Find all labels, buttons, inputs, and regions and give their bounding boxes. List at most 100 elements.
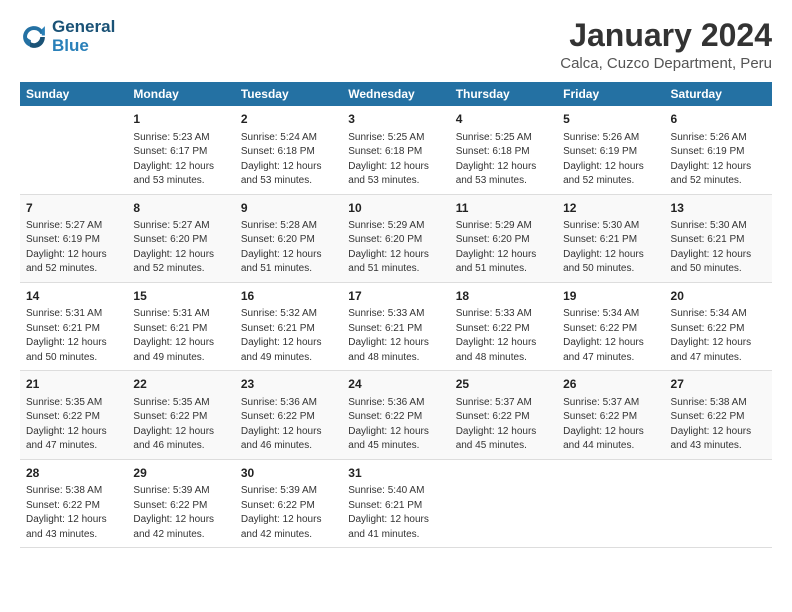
daylight-info: Daylight: 12 hours and 48 minutes. bbox=[348, 336, 443, 365]
day-number: 9 bbox=[241, 200, 336, 217]
sunset-info: Sunset: 6:18 PM bbox=[241, 145, 336, 160]
day-number: 31 bbox=[348, 465, 443, 482]
day-cell: 19Sunrise: 5:34 AMSunset: 6:22 PMDayligh… bbox=[557, 282, 664, 370]
page-subtitle: Calca, Cuzco Department, Peru bbox=[560, 55, 772, 72]
day-number: 1 bbox=[133, 111, 228, 128]
sunrise-info: Sunrise: 5:25 AM bbox=[348, 131, 443, 146]
day-cell: 13Sunrise: 5:30 AMSunset: 6:21 PMDayligh… bbox=[665, 194, 772, 282]
sunset-info: Sunset: 6:21 PM bbox=[26, 322, 121, 337]
day-cell: 17Sunrise: 5:33 AMSunset: 6:21 PMDayligh… bbox=[342, 282, 449, 370]
daylight-info: Daylight: 12 hours and 52 minutes. bbox=[671, 160, 766, 189]
sunset-info: Sunset: 6:22 PM bbox=[241, 499, 336, 514]
daylight-info: Daylight: 12 hours and 46 minutes. bbox=[133, 425, 228, 454]
day-number: 4 bbox=[456, 111, 551, 128]
week-row-5: 28Sunrise: 5:38 AMSunset: 6:22 PMDayligh… bbox=[20, 459, 772, 547]
sunrise-info: Sunrise: 5:37 AM bbox=[563, 396, 658, 411]
daylight-info: Daylight: 12 hours and 45 minutes. bbox=[456, 425, 551, 454]
day-cell: 10Sunrise: 5:29 AMSunset: 6:20 PMDayligh… bbox=[342, 194, 449, 282]
day-cell bbox=[665, 459, 772, 547]
day-number: 29 bbox=[133, 465, 228, 482]
col-header-saturday: Saturday bbox=[665, 82, 772, 106]
calendar-table: SundayMondayTuesdayWednesdayThursdayFrid… bbox=[20, 82, 772, 548]
sunset-info: Sunset: 6:18 PM bbox=[348, 145, 443, 160]
daylight-info: Daylight: 12 hours and 47 minutes. bbox=[26, 425, 121, 454]
col-header-monday: Monday bbox=[127, 82, 234, 106]
day-cell: 9Sunrise: 5:28 AMSunset: 6:20 PMDaylight… bbox=[235, 194, 342, 282]
day-number: 23 bbox=[241, 376, 336, 393]
daylight-info: Daylight: 12 hours and 53 minutes. bbox=[133, 160, 228, 189]
sunrise-info: Sunrise: 5:27 AM bbox=[133, 219, 228, 234]
sunset-info: Sunset: 6:22 PM bbox=[671, 410, 766, 425]
day-number: 14 bbox=[26, 288, 121, 305]
sunrise-info: Sunrise: 5:33 AM bbox=[348, 307, 443, 322]
day-cell: 24Sunrise: 5:36 AMSunset: 6:22 PMDayligh… bbox=[342, 371, 449, 459]
sunset-info: Sunset: 6:22 PM bbox=[26, 499, 121, 514]
sunrise-info: Sunrise: 5:31 AM bbox=[133, 307, 228, 322]
daylight-info: Daylight: 12 hours and 50 minutes. bbox=[26, 336, 121, 365]
day-number: 18 bbox=[456, 288, 551, 305]
daylight-info: Daylight: 12 hours and 43 minutes. bbox=[671, 425, 766, 454]
sunset-info: Sunset: 6:22 PM bbox=[133, 499, 228, 514]
day-cell: 27Sunrise: 5:38 AMSunset: 6:22 PMDayligh… bbox=[665, 371, 772, 459]
sunrise-info: Sunrise: 5:30 AM bbox=[671, 219, 766, 234]
daylight-info: Daylight: 12 hours and 41 minutes. bbox=[348, 513, 443, 542]
daylight-info: Daylight: 12 hours and 48 minutes. bbox=[456, 336, 551, 365]
day-cell: 20Sunrise: 5:34 AMSunset: 6:22 PMDayligh… bbox=[665, 282, 772, 370]
daylight-info: Daylight: 12 hours and 53 minutes. bbox=[456, 160, 551, 189]
daylight-info: Daylight: 12 hours and 53 minutes. bbox=[241, 160, 336, 189]
logo-line2: Blue bbox=[52, 37, 115, 56]
daylight-info: Daylight: 12 hours and 43 minutes. bbox=[26, 513, 121, 542]
sunrise-info: Sunrise: 5:40 AM bbox=[348, 484, 443, 499]
daylight-info: Daylight: 12 hours and 51 minutes. bbox=[348, 248, 443, 277]
title-block: January 2024 Calca, Cuzco Department, Pe… bbox=[560, 18, 772, 72]
col-header-thursday: Thursday bbox=[450, 82, 557, 106]
day-number: 10 bbox=[348, 200, 443, 217]
logo: General Blue bbox=[20, 18, 115, 55]
sunset-info: Sunset: 6:22 PM bbox=[26, 410, 121, 425]
day-number: 30 bbox=[241, 465, 336, 482]
day-number: 28 bbox=[26, 465, 121, 482]
day-number: 19 bbox=[563, 288, 658, 305]
day-cell: 28 Sunrise: 5:38 AMSunset: 6:22 PMDayligh… bbox=[20, 459, 127, 547]
sunset-info: Sunset: 6:21 PM bbox=[348, 499, 443, 514]
day-number: 22 bbox=[133, 376, 228, 393]
sunset-info: Sunset: 6:20 PM bbox=[133, 233, 228, 248]
day-number: 5 bbox=[563, 111, 658, 128]
day-number: 26 bbox=[563, 376, 658, 393]
sunset-info: Sunset: 6:19 PM bbox=[563, 145, 658, 160]
sunset-info: Sunset: 6:18 PM bbox=[456, 145, 551, 160]
sunrise-info: Sunrise: 5:32 AM bbox=[241, 307, 336, 322]
sunrise-info: Sunrise: 5:29 AM bbox=[456, 219, 551, 234]
day-cell: 11Sunrise: 5:29 AMSunset: 6:20 PMDayligh… bbox=[450, 194, 557, 282]
daylight-info: Daylight: 12 hours and 44 minutes. bbox=[563, 425, 658, 454]
day-number: 7 bbox=[26, 200, 121, 217]
day-cell: 26Sunrise: 5:37 AMSunset: 6:22 PMDayligh… bbox=[557, 371, 664, 459]
day-number: 16 bbox=[241, 288, 336, 305]
day-number: 3 bbox=[348, 111, 443, 128]
sunrise-info: Sunrise: 5:34 AM bbox=[563, 307, 658, 322]
sunrise-info: Sunrise: 5:33 AM bbox=[456, 307, 551, 322]
sunrise-info: Sunrise: 5:26 AM bbox=[671, 131, 766, 146]
daylight-info: Daylight: 12 hours and 49 minutes. bbox=[133, 336, 228, 365]
day-number: 8 bbox=[133, 200, 228, 217]
daylight-info: Daylight: 12 hours and 45 minutes. bbox=[348, 425, 443, 454]
sunset-info: Sunset: 6:21 PM bbox=[671, 233, 766, 248]
sunset-info: Sunset: 6:22 PM bbox=[456, 410, 551, 425]
sunrise-info: Sunrise: 5:36 AM bbox=[241, 396, 336, 411]
sunset-info: Sunset: 6:21 PM bbox=[133, 322, 228, 337]
day-cell: 31 Sunrise: 5:40 AMSunset: 6:21 PMDayligh… bbox=[342, 459, 449, 547]
day-cell: 23Sunrise: 5:36 AMSunset: 6:22 PMDayligh… bbox=[235, 371, 342, 459]
day-cell: 6Sunrise: 5:26 AMSunset: 6:19 PMDaylight… bbox=[665, 106, 772, 194]
daylight-info: Daylight: 12 hours and 50 minutes. bbox=[671, 248, 766, 277]
day-cell: 16Sunrise: 5:32 AMSunset: 6:21 PMDayligh… bbox=[235, 282, 342, 370]
page-title: January 2024 bbox=[560, 18, 772, 53]
day-number: 15 bbox=[133, 288, 228, 305]
sunrise-info: Sunrise: 5:38 AM bbox=[26, 484, 121, 499]
sunrise-info: Sunrise: 5:39 AM bbox=[133, 484, 228, 499]
day-cell: 22Sunrise: 5:35 AMSunset: 6:22 PMDayligh… bbox=[127, 371, 234, 459]
sunrise-info: Sunrise: 5:27 AM bbox=[26, 219, 121, 234]
day-cell: 14Sunrise: 5:31 AMSunset: 6:21 PMDayligh… bbox=[20, 282, 127, 370]
day-number: 6 bbox=[671, 111, 766, 128]
day-cell bbox=[450, 459, 557, 547]
sunset-info: Sunset: 6:20 PM bbox=[456, 233, 551, 248]
